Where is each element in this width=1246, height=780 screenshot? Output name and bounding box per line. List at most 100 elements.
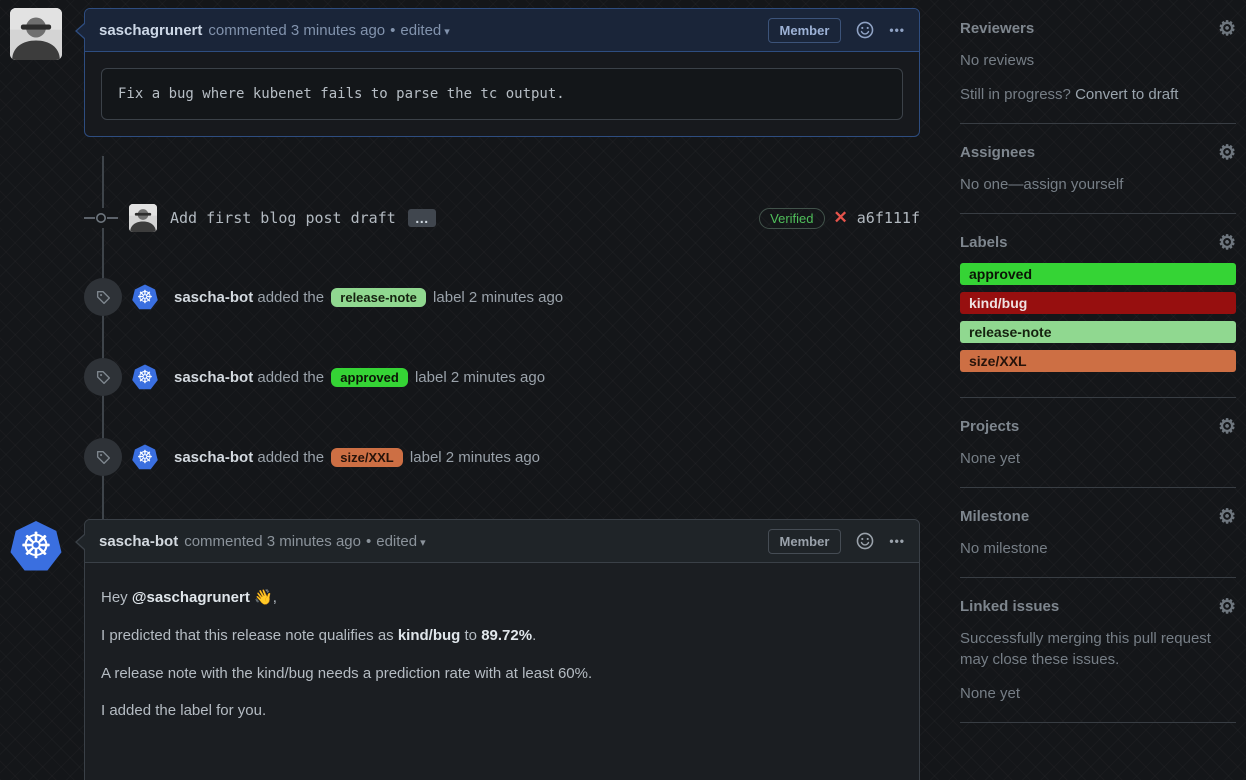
event-action: added the [257,369,324,386]
label-chip[interactable]: size/XXL [331,448,402,467]
meta-separator: • [390,22,395,39]
tag-icon [84,358,122,396]
smiley-icon [856,21,874,39]
projects-section: Projects ⚙ None yet [960,398,1236,488]
chevron-down-icon: ▾ [420,537,426,549]
pull-request-conversation: saschagrunert commented 3 minutes ago • … [0,0,1246,780]
label-chip[interactable]: approved [331,368,408,387]
event-tail: label 2 minutes ago [433,289,563,306]
reviewers-empty: No reviews [960,50,1236,71]
person-portrait-icon [10,8,62,60]
wave-emoji: 👋 [254,589,273,606]
comment-saschagrunert: saschagrunert commented 3 minutes ago • … [84,8,920,137]
comment-header: saschagrunert commented 3 minutes ago • … [85,9,919,52]
label-chip[interactable]: release-note [331,288,426,307]
avatar[interactable] [10,8,62,60]
bot-avatar[interactable]: ☸ [132,284,158,310]
bot-prediction-line: I predicted that this release note quali… [101,625,903,647]
kebab-menu-button[interactable]: ••• [889,23,905,37]
bot-avatar[interactable]: ☸ [132,364,158,390]
kubernetes-wheel-icon: ☸ [137,287,153,308]
section-title: Assignees [960,144,1035,161]
linked-issues-desc: Successfully merging this pull request m… [960,628,1236,670]
kubernetes-wheel-icon: ☸ [137,367,153,388]
release-note-code-block: Fix a bug where kubenet fails to parse t… [101,68,903,120]
linked-issues-section: Linked issues ⚙ Successfully merging thi… [960,578,1236,723]
git-commit-icon [84,208,118,228]
sidebar: Reviewers ⚙ No reviews Still in progress… [960,0,1236,723]
gear-icon[interactable]: ⚙ [1218,599,1236,615]
commit-author-avatar[interactable] [129,204,157,232]
add-reaction-button[interactable] [856,532,874,550]
comment-body: Hey @saschagrunert 👋, I predicted that t… [85,563,919,746]
comment-meta[interactable]: commented 3 minutes ago [208,22,385,39]
event-action: added the [257,289,324,306]
gear-icon[interactable]: ⚙ [1218,21,1236,37]
comment-author[interactable]: saschagrunert [99,22,202,39]
draft-hint: Still in progress? [960,86,1071,103]
sidebar-label-chip[interactable]: kind/bug [960,292,1236,314]
sidebar-label-chip[interactable]: release-note [960,321,1236,343]
event-actor[interactable]: sascha-bot [174,369,253,386]
sidebar-label-chip[interactable]: approved [960,263,1236,285]
bot-added-label-line: I added the label for you. [101,700,903,722]
smiley-icon [856,532,874,550]
convert-to-draft-link[interactable]: Convert to draft [1075,86,1178,103]
kubernetes-wheel-icon: ☸ [137,447,153,468]
label-event: ☸ sascha-bot added the size/XXL label 2 … [84,438,920,476]
edited-dropdown[interactable]: edited▾ [376,533,425,550]
comment-meta[interactable]: commented 3 minutes ago [184,533,361,550]
reviewers-section: Reviewers ⚙ No reviews Still in progress… [960,0,1236,124]
comment-header: sascha-bot commented 3 minutes ago • edi… [85,520,919,563]
assignees-empty[interactable]: No one—assign yourself [960,174,1236,195]
section-title: Milestone [960,508,1029,525]
section-title: Reviewers [960,20,1034,37]
person-portrait-icon [129,204,157,232]
tag-icon [84,438,122,476]
meta-separator: • [366,533,371,550]
member-badge: Member [768,529,842,554]
label-event: ☸ sascha-bot added the release-note labe… [84,278,920,316]
member-badge: Member [768,18,842,43]
add-reaction-button[interactable] [856,21,874,39]
section-title: Labels [960,234,1008,251]
commit-event: Add first blog post draft … Verified ✕ a… [84,200,920,236]
milestone-section: Milestone ⚙ No milestone [960,488,1236,578]
label-event: ☸ sascha-bot added the approved label 2 … [84,358,920,396]
event-actor[interactable]: sascha-bot [174,449,253,466]
comment-author[interactable]: sascha-bot [99,533,178,550]
kubernetes-wheel-icon: ☸ [20,525,52,567]
tag-icon [84,278,122,316]
labels-section: Labels ⚙ approved kind/bug release-note … [960,214,1236,398]
bot-avatar[interactable]: ☸ [132,444,158,470]
commit-hash[interactable]: a6f111f [857,209,920,227]
gear-icon[interactable]: ⚙ [1218,509,1236,525]
status-failed-x-icon[interactable]: ✕ [834,208,848,228]
commit-expander-button[interactable]: … [408,209,436,227]
assignees-section: Assignees ⚙ No one—assign yourself [960,124,1236,214]
event-action: added the [257,449,324,466]
verified-badge[interactable]: Verified [759,208,824,229]
comment-body: Fix a bug where kubenet fails to parse t… [85,52,919,136]
section-title: Projects [960,418,1019,435]
speech-caret-icon [77,23,86,39]
event-tail: label 2 minutes ago [410,449,540,466]
sidebar-label-chip[interactable]: size/XXL [960,350,1236,372]
speech-caret-icon [77,534,86,550]
bot-threshold-line: A release note with the kind/bug needs a… [101,663,903,685]
mention-link[interactable]: @saschagrunert [132,589,250,606]
edited-dropdown[interactable]: edited▾ [400,22,449,39]
projects-empty: None yet [960,448,1236,469]
gear-icon[interactable]: ⚙ [1218,419,1236,435]
event-tail: label 2 minutes ago [415,369,545,386]
gear-icon[interactable]: ⚙ [1218,235,1236,251]
kebab-menu-button[interactable]: ••• [889,534,905,548]
bot-greeting-line: Hey @saschagrunert 👋, [101,587,903,609]
gear-icon[interactable]: ⚙ [1218,145,1236,161]
commit-message[interactable]: Add first blog post draft [170,209,396,227]
milestone-empty: No milestone [960,538,1236,559]
comment-sascha-bot: sascha-bot commented 3 minutes ago • edi… [84,519,920,780]
event-actor[interactable]: sascha-bot [174,289,253,306]
bot-avatar[interactable]: ☸ [10,520,62,572]
linked-issues-empty: None yet [960,683,1236,704]
